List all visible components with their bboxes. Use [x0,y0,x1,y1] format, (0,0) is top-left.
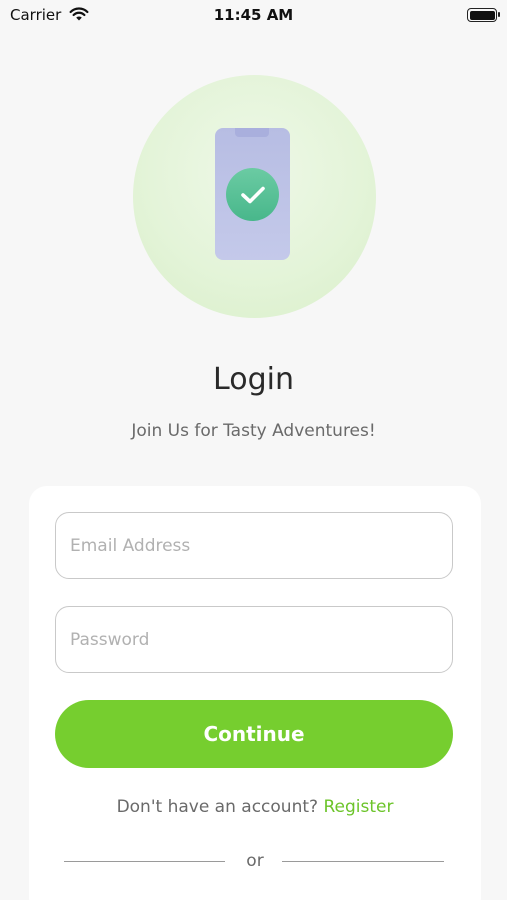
password-field[interactable] [55,606,453,673]
register-link[interactable]: Register [323,797,393,817]
no-account-text: Don't have an account? [116,797,319,817]
page-title: Login [213,362,294,397]
continue-button[interactable]: Continue [55,700,453,768]
status-time: 11:45 AM [213,6,294,24]
email-input[interactable] [70,535,438,556]
email-field[interactable] [55,512,453,579]
password-input[interactable] [70,629,438,650]
hero-illustration [133,75,376,318]
register-prompt: Don't have an account? Register [29,797,481,817]
status-bar: Carrier 11:45 AM [0,0,507,34]
checkmark-icon [226,168,279,221]
phone-notch [235,128,269,137]
login-form-card: Continue Don't have an account? Register… [29,486,481,900]
divider-right [282,861,444,862]
phone-icon [215,128,290,260]
login-screen: Carrier 11:45 AM Login Join Us for Tasty… [0,0,507,900]
page-subtitle: Join Us for Tasty Adventures! [131,421,376,441]
battery-icon [467,8,500,22]
